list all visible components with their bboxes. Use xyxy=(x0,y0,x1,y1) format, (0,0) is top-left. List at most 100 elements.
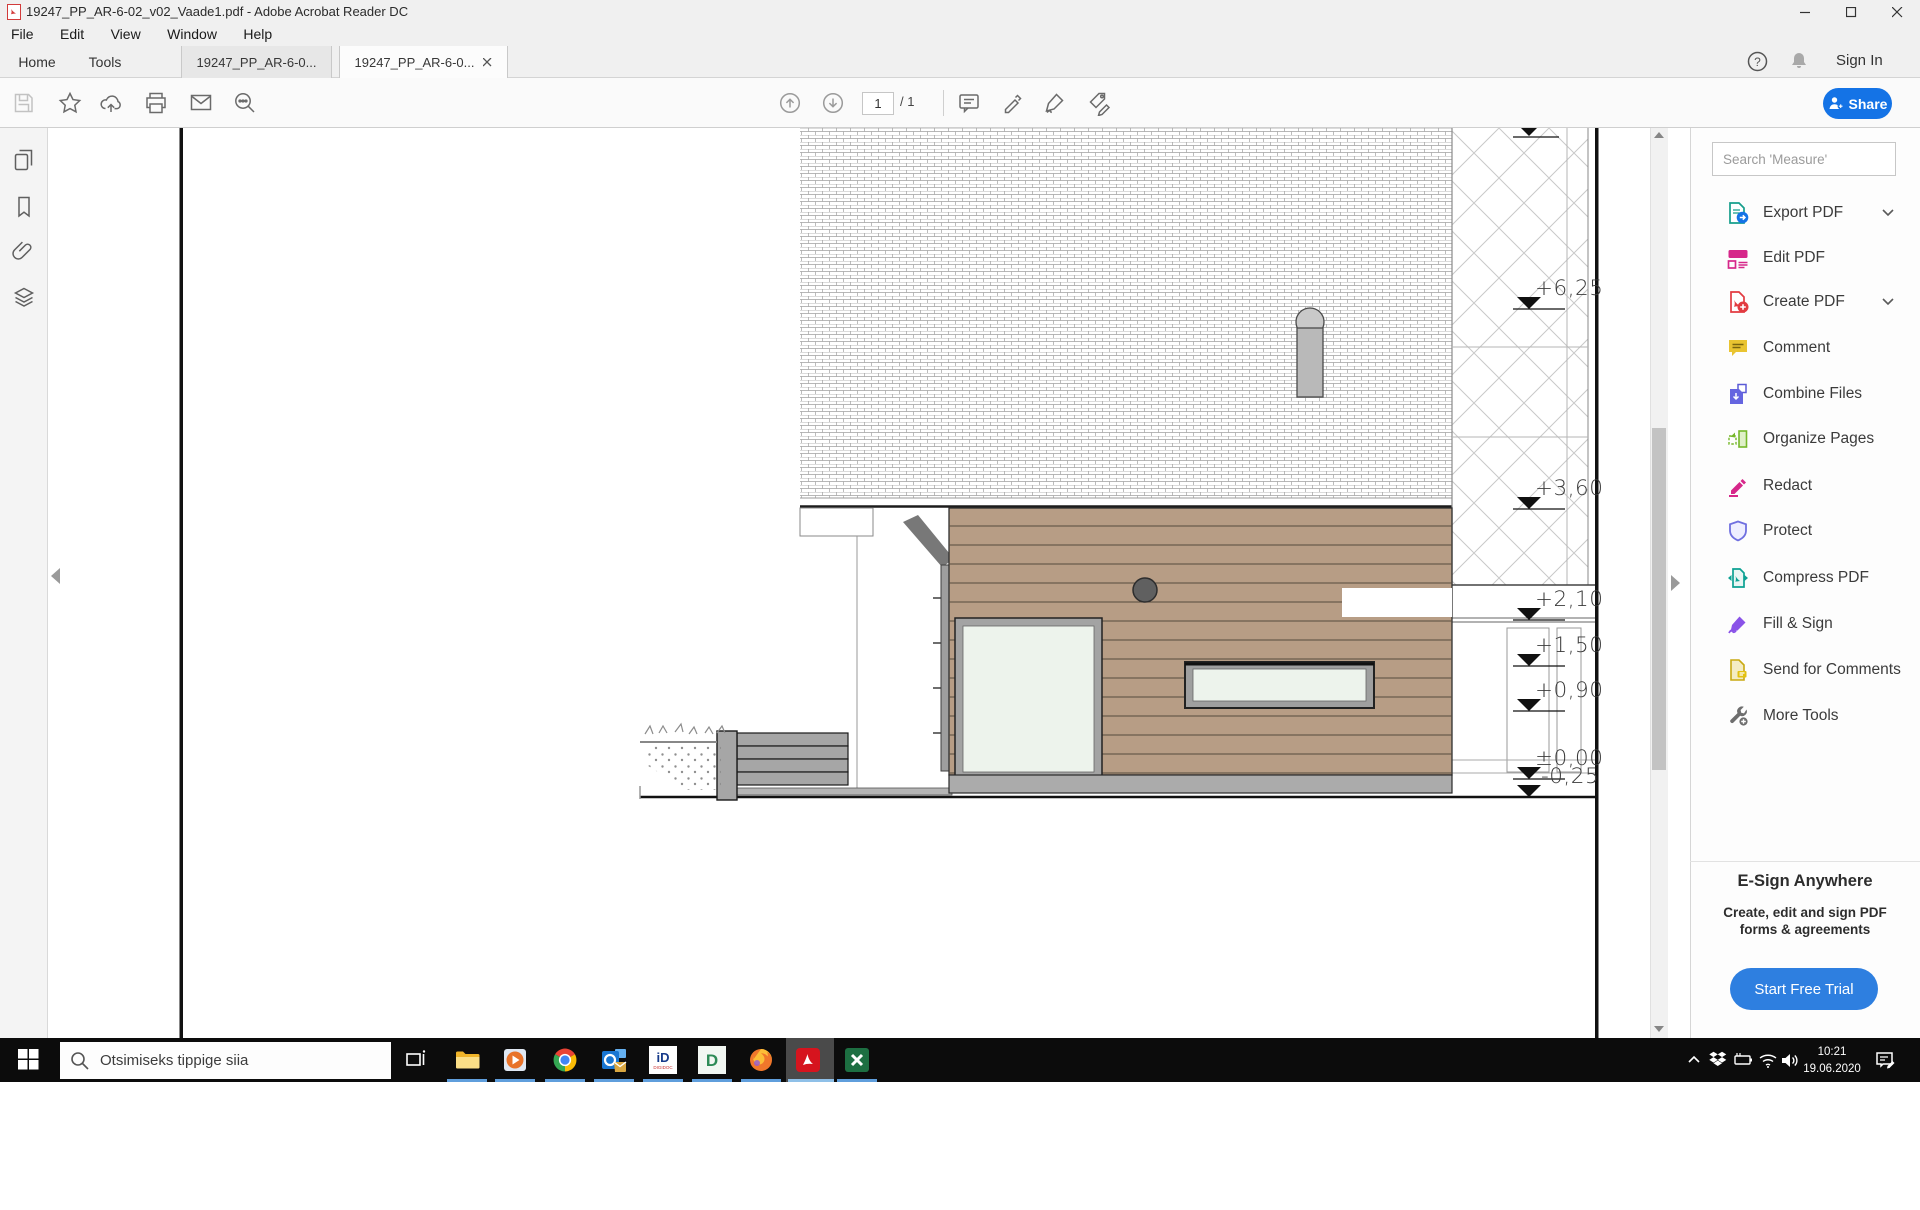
media-player-icon[interactable] xyxy=(501,1046,529,1074)
notifications-bell-icon[interactable] xyxy=(1789,51,1809,71)
edit-pdf-icon xyxy=(1727,247,1749,269)
close-button[interactable] xyxy=(1874,0,1920,24)
tools-search-input[interactable] xyxy=(1712,142,1896,176)
acrobat-reader-icon[interactable] xyxy=(796,1048,820,1072)
help-icon[interactable]: ? xyxy=(1747,51,1768,72)
svg-text:DIGIDOC: DIGIDOC xyxy=(653,1065,673,1070)
tool-export-pdf[interactable]: Export PDF xyxy=(1690,190,1920,235)
scroll-up-arrow[interactable] xyxy=(1654,132,1664,138)
vertical-scrollbar-thumb[interactable] xyxy=(1652,428,1666,770)
start-button[interactable] xyxy=(18,1049,39,1070)
esign-promo-title: E-Sign Anywhere xyxy=(1690,872,1920,891)
previous-page-icon[interactable] xyxy=(777,90,803,116)
section-hatch-band xyxy=(1452,128,1597,773)
task-view-icon[interactable] xyxy=(404,1048,428,1072)
running-app-indicator xyxy=(692,1079,732,1082)
bookmarks-icon[interactable] xyxy=(11,194,37,220)
taskbar-clock[interactable]: 10:21 19.06.2020 xyxy=(1798,1044,1866,1080)
roof-tiles xyxy=(800,128,1452,507)
pdf-page-view: +6,25 +3,60 +2,10 +1,50 +0,90 ±0,00 -0,2… xyxy=(49,128,1650,1038)
email-icon[interactable] xyxy=(188,90,214,116)
menu-edit[interactable]: Edit xyxy=(49,24,95,44)
cloud-upload-icon[interactable] xyxy=(98,90,124,116)
tray-chevron-up-icon[interactable] xyxy=(1686,1052,1702,1068)
chevron-down-icon[interactable] xyxy=(1882,209,1894,217)
digidoc-d-icon[interactable]: D xyxy=(698,1046,726,1074)
sheet-frame-left xyxy=(180,128,184,1038)
export-pdf-icon xyxy=(1727,202,1749,224)
tab-home[interactable]: Home xyxy=(8,46,66,78)
start-free-trial-button[interactable]: Start Free Trial xyxy=(1730,968,1878,1010)
tray-volume-icon[interactable] xyxy=(1780,1051,1800,1069)
svg-text:+6,25: +6,25 xyxy=(1535,276,1603,301)
digidoc-id-icon[interactable]: iDDIGIDOC xyxy=(649,1046,677,1074)
document-tab-inactive[interactable]: 19247_PP_AR-6-0... xyxy=(181,46,332,78)
combine-files-icon xyxy=(1727,383,1749,405)
share-button[interactable]: Share xyxy=(1823,88,1892,119)
attachments-paperclip-icon[interactable] xyxy=(11,239,37,265)
save-icon[interactable] xyxy=(11,90,37,116)
tool-organize-pages[interactable]: Organize Pages xyxy=(1690,416,1920,461)
chevron-down-icon[interactable] xyxy=(1882,298,1894,306)
page-thumbnails-icon[interactable] xyxy=(11,147,37,173)
tool-compress-pdf[interactable]: Compress PDF xyxy=(1690,555,1920,600)
excel-icon[interactable] xyxy=(843,1046,871,1074)
outlook-icon[interactable] xyxy=(600,1046,628,1074)
menu-view[interactable]: View xyxy=(100,24,152,44)
elevation-drawing-canvas: +6,25 +3,60 +2,10 +1,50 +0,90 ±0,00 -0,2… xyxy=(49,128,1650,1038)
search-zoom-icon[interactable] xyxy=(232,90,258,116)
tool-edit-pdf[interactable]: Edit PDF xyxy=(1690,235,1920,280)
tray-wifi-icon[interactable] xyxy=(1758,1051,1778,1069)
tab-tools[interactable]: Tools xyxy=(76,46,134,78)
tray-dropbox-icon[interactable] xyxy=(1708,1050,1728,1070)
clock-time: 10:21 xyxy=(1798,1044,1866,1061)
scroll-down-arrow[interactable] xyxy=(1654,1026,1664,1032)
svg-text:+0,90: +0,90 xyxy=(1535,678,1603,703)
tab-close-icon[interactable] xyxy=(483,58,492,67)
menu-file[interactable]: File xyxy=(0,24,45,44)
sign-pen-tool-icon[interactable] xyxy=(1043,90,1069,116)
taskbar-search-icon xyxy=(70,1051,89,1070)
tool-redact[interactable]: Redact xyxy=(1690,463,1920,508)
stamp-tag-tool-icon[interactable] xyxy=(1087,90,1113,116)
clock-date: 19.06.2020 xyxy=(1798,1061,1866,1078)
collapse-right-pane-arrow[interactable] xyxy=(1671,575,1680,591)
share-person-icon xyxy=(1828,96,1844,111)
comment-icon xyxy=(1727,337,1749,359)
running-app-indicator xyxy=(495,1079,535,1082)
more-tools-wrench-icon xyxy=(1727,705,1749,727)
running-app-indicator xyxy=(741,1079,781,1082)
action-center-icon[interactable] xyxy=(1874,1049,1897,1072)
taskbar-search-input[interactable] xyxy=(60,1042,391,1079)
chrome-icon[interactable] xyxy=(551,1046,579,1074)
sign-in-link[interactable]: Sign In xyxy=(1836,52,1883,69)
page-number-input[interactable]: 1 xyxy=(862,92,894,115)
menu-help[interactable]: Help xyxy=(232,24,283,44)
next-page-icon[interactable] xyxy=(820,90,846,116)
collapse-left-pane-arrow[interactable] xyxy=(51,568,60,584)
strip-window xyxy=(1185,662,1374,708)
send-for-comments-icon xyxy=(1727,659,1749,681)
firefox-icon[interactable] xyxy=(747,1046,775,1074)
fill-and-sign-icon xyxy=(1727,613,1749,635)
file-explorer-icon[interactable] xyxy=(453,1046,481,1074)
comment-tool-icon[interactable] xyxy=(956,90,982,116)
maximize-button[interactable] xyxy=(1828,0,1874,24)
tool-protect[interactable]: Protect xyxy=(1690,508,1920,553)
share-label: Share xyxy=(1849,96,1888,112)
print-icon[interactable] xyxy=(143,90,169,116)
layers-icon[interactable] xyxy=(11,285,37,311)
tool-create-pdf[interactable]: Create PDF xyxy=(1690,279,1920,324)
favorites-star-icon[interactable] xyxy=(57,90,83,116)
highlighter-tool-icon[interactable] xyxy=(1000,90,1026,116)
document-tab-active[interactable]: 19247_PP_AR-6-0... xyxy=(339,46,508,79)
tool-more-tools[interactable]: More Tools xyxy=(1690,693,1920,738)
tool-combine-files[interactable]: Combine Files xyxy=(1690,371,1920,416)
tool-comment[interactable]: Comment xyxy=(1690,325,1920,370)
tool-fill-and-sign[interactable]: Fill & Sign xyxy=(1690,601,1920,646)
minimize-button[interactable] xyxy=(1782,0,1828,24)
tool-send-for-comments[interactable]: Send for Comments xyxy=(1690,647,1920,692)
tray-battery-icon[interactable] xyxy=(1732,1052,1754,1068)
menu-window[interactable]: Window xyxy=(156,24,228,44)
svg-text:-0,25: -0,25 xyxy=(1541,764,1599,789)
